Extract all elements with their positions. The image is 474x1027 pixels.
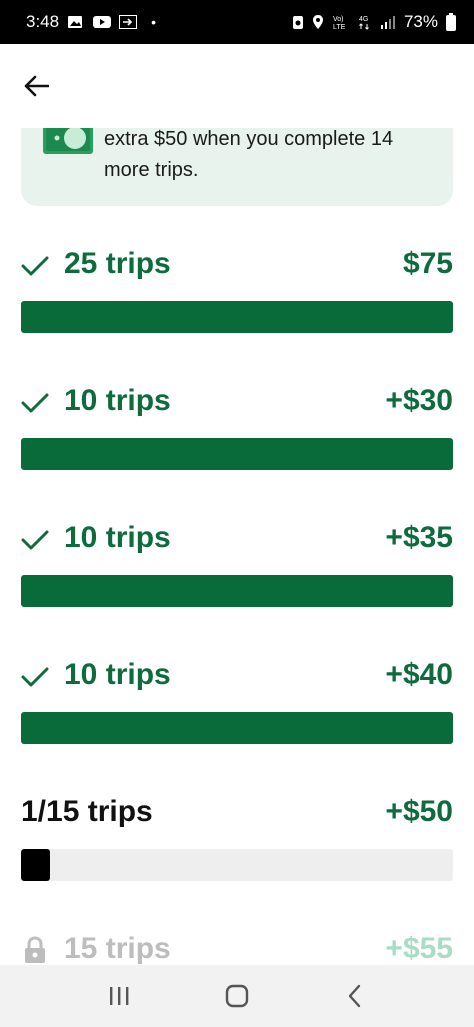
svg-text:Vo): Vo)	[333, 16, 344, 23]
lock-icon	[25, 936, 45, 963]
tier-label: 10 trips	[64, 658, 171, 691]
tier-item: 10 trips +$30	[21, 382, 453, 470]
progress-fill	[21, 301, 453, 333]
notification-dot: •	[151, 14, 156, 30]
tier-amount: $75	[402, 247, 453, 280]
progress-fill	[21, 575, 453, 607]
tier-label: 25 trips	[64, 247, 171, 280]
recent-apps-icon	[110, 987, 129, 1005]
check-icon	[21, 256, 49, 276]
chevron-left-icon	[348, 984, 361, 1008]
recent-apps-button[interactable]	[99, 976, 139, 1016]
back-button[interactable]	[18, 70, 54, 102]
4g-icon: 4G	[359, 16, 369, 30]
progress-bar	[21, 301, 453, 333]
tier-item: 25 trips $75	[21, 245, 453, 333]
tier-item: 10 trips +$35	[21, 519, 453, 607]
gallery-icon	[68, 16, 83, 28]
svg-text:4G: 4G	[359, 16, 368, 23]
arrow-left-icon	[24, 75, 49, 97]
banner-text: extra $50 when you complete 14 more trip…	[104, 128, 394, 181]
youtube-icon	[93, 16, 112, 28]
system-nav-bar	[0, 965, 474, 1027]
tier-amount: +$50	[385, 795, 453, 828]
home-button[interactable]	[217, 976, 257, 1016]
battery-icon	[446, 13, 456, 31]
progress-bar	[21, 575, 453, 607]
check-icon	[21, 530, 49, 550]
tier-label: 10 trips	[64, 384, 171, 417]
svg-text:LTE: LTE	[333, 24, 346, 30]
tier-item: 15 trips +$55	[21, 930, 453, 970]
location-icon	[312, 15, 323, 29]
system-back-button[interactable]	[335, 976, 375, 1016]
progress-fill	[21, 438, 453, 470]
tier-amount: +$30	[385, 384, 453, 417]
nfc-icon	[292, 16, 303, 29]
progress-bar	[21, 438, 453, 470]
tier-amount: +$55	[385, 932, 453, 965]
cast-icon	[119, 15, 138, 29]
tier-amount: +$35	[385, 521, 453, 554]
status-bar: 3:48 • Vo) LTE 4G 73%	[0, 0, 474, 44]
battery-percent: 73%	[403, 12, 438, 31]
home-icon	[225, 984, 249, 1008]
progress-fill	[21, 712, 453, 744]
progress-bar	[21, 712, 453, 744]
top-app-bar	[0, 44, 474, 128]
tier-label: 10 trips	[64, 521, 171, 554]
tier-label: 1/15 trips	[21, 795, 153, 828]
tier-label: 15 trips	[64, 932, 171, 965]
check-icon	[21, 667, 49, 687]
tier-item: 1/15 trips +$50	[21, 793, 453, 881]
volte-icon: Vo)LTE	[333, 16, 346, 30]
tier-item: 10 trips +$40	[21, 656, 453, 744]
check-icon	[21, 393, 49, 413]
tier-amount: +$40	[385, 658, 453, 691]
progress-fill	[21, 849, 50, 881]
signal-icon	[380, 16, 395, 29]
status-time: 3:48	[26, 12, 60, 31]
progress-bar	[21, 849, 453, 881]
